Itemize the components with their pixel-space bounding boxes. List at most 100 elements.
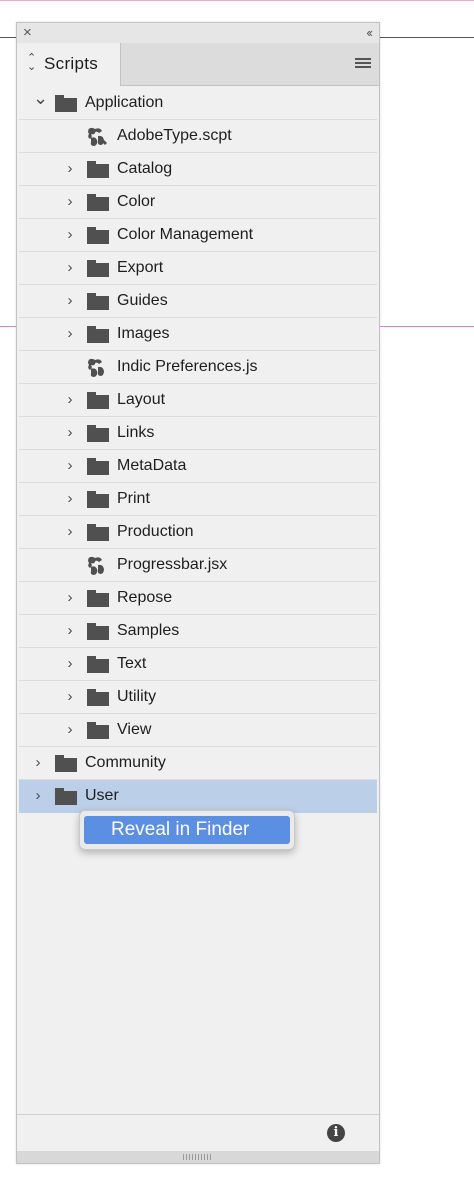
folder-icon [55, 755, 77, 772]
chevron-right-icon[interactable]: › [65, 722, 75, 737]
chevron-right-icon[interactable]: › [65, 227, 75, 242]
tree-row-label: MetaData [117, 457, 187, 474]
folder-icon [87, 491, 109, 508]
chevron-right-icon[interactable]: › [65, 194, 75, 209]
tree-row[interactable]: › Export [19, 252, 377, 285]
folder-icon [87, 458, 109, 475]
tree-row[interactable]: › Samples [19, 615, 377, 648]
tree-row-label: AdobeType.scpt [117, 127, 232, 144]
folder-icon [87, 722, 109, 739]
tree-row-label: Samples [117, 622, 180, 639]
tree-row[interactable]: › View [19, 714, 377, 747]
menu-item-reveal-in-finder[interactable]: Reveal in Finder [84, 816, 290, 844]
tree-row[interactable]: › Utility [19, 681, 377, 714]
folder-icon [87, 425, 109, 442]
folder-icon [87, 194, 109, 211]
tree-row[interactable]: › Catalog [19, 153, 377, 186]
tree-row-label: Production [117, 523, 194, 540]
tree-row-label: Print [117, 490, 150, 507]
chevron-right-icon[interactable]: › [65, 623, 75, 638]
tree-row-label: Application [85, 94, 164, 111]
tree-row[interactable]: › Community [19, 747, 377, 780]
folder-icon [87, 689, 109, 706]
applescript-icon [85, 126, 109, 148]
chevron-right-icon[interactable]: › [65, 260, 75, 275]
chevron-right-icon[interactable]: › [65, 458, 75, 473]
tree-row-label: Utility [117, 688, 157, 705]
tree-row-label: Export [117, 259, 164, 276]
panel-menu-icon[interactable] [355, 58, 371, 70]
tree-row[interactable]: › Images [19, 318, 377, 351]
chevron-right-icon[interactable]: › [65, 524, 75, 539]
tree-row[interactable]: › Guides [19, 285, 377, 318]
resize-grip[interactable] [17, 1151, 379, 1163]
tree-row-label: Indic Preferences.js [117, 358, 258, 375]
folder-icon [87, 227, 109, 244]
folder-icon [87, 260, 109, 277]
chevron-right-icon[interactable]: › [65, 392, 75, 407]
tab-scripts[interactable]: ⌃ ⌄ Scripts [17, 43, 121, 86]
tree-row-label: Repose [117, 589, 173, 606]
chevron-right-icon[interactable]: › [65, 293, 75, 308]
tree-row[interactable]: Progressbar.jsx [19, 549, 377, 582]
folder-icon [87, 293, 109, 310]
tree-row-label: Images [117, 325, 170, 342]
tree-row[interactable]: › Links [19, 417, 377, 450]
tree-row[interactable]: › Color [19, 186, 377, 219]
tree-row[interactable]: › Text [19, 648, 377, 681]
scripts-tree: ⌄ Application AdobeType.scpt › Catalog › Color… [19, 87, 377, 813]
panel-titlebar: × ‹‹ [17, 23, 379, 43]
folder-icon [87, 590, 109, 607]
tab-label: Scripts [44, 54, 99, 73]
tree-row-label: Community [85, 754, 166, 771]
tree-row-label: User [85, 787, 119, 804]
folder-icon [87, 326, 109, 343]
tree-row-label: Text [117, 655, 147, 672]
folder-icon [87, 623, 109, 640]
tree-row[interactable]: › Print [19, 483, 377, 516]
chevron-right-icon[interactable]: › [65, 161, 75, 176]
tree-row-label: Color [117, 193, 156, 210]
tree-row-label: Guides [117, 292, 168, 309]
tree-row[interactable]: › Production [19, 516, 377, 549]
tree-row-label: Progressbar.jsx [117, 556, 228, 573]
javascript-icon [85, 555, 109, 577]
context-menu: Reveal in Finder [79, 810, 295, 850]
scripts-panel: × ‹‹ ⌃ ⌄ Scripts ⌄ Application AdobeType.sc… [16, 22, 380, 1164]
tree-row[interactable]: › Color Management [19, 219, 377, 252]
updown-arrows-icon: ⌃ ⌄ [27, 52, 37, 73]
folder-icon [87, 161, 109, 178]
tree-row-label: Links [117, 424, 155, 441]
tree-row[interactable]: Indic Preferences.js [19, 351, 377, 384]
chevron-right-icon[interactable]: › [65, 656, 75, 671]
tree-row[interactable]: › Repose [19, 582, 377, 615]
panel-tabbar: ⌃ ⌄ Scripts [17, 43, 379, 86]
folder-icon [87, 524, 109, 541]
folder-icon [55, 95, 77, 112]
chevron-right-icon[interactable]: › [65, 491, 75, 506]
javascript-icon [85, 357, 109, 379]
folder-icon [55, 788, 77, 805]
chevron-right-icon[interactable]: › [65, 689, 75, 704]
tree-row[interactable]: › MetaData [19, 450, 377, 483]
info-icon[interactable]: i [327, 1124, 345, 1142]
tree-row[interactable]: AdobeType.scpt [19, 120, 377, 153]
collapse-icon[interactable]: ‹‹ [366, 24, 373, 42]
folder-icon [87, 656, 109, 673]
chevron-right-icon[interactable]: › [65, 425, 75, 440]
tree-row[interactable]: › Layout [19, 384, 377, 417]
tree-row-label: Layout [117, 391, 166, 408]
chevron-right-icon[interactable]: › [65, 590, 75, 605]
chevron-down-icon[interactable]: ⌄ [33, 89, 48, 107]
tree-row-label: Catalog [117, 160, 173, 177]
chevron-right-icon[interactable]: › [65, 326, 75, 341]
guide-line-top [0, 0, 474, 1]
tree-row[interactable]: ⌄ Application [19, 87, 377, 120]
close-icon[interactable]: × [23, 24, 32, 42]
chevron-right-icon[interactable]: › [33, 755, 43, 770]
chevron-right-icon[interactable]: › [33, 788, 43, 803]
folder-icon [87, 392, 109, 409]
panel-footer: i [17, 1114, 379, 1151]
tree-row[interactable]: › User [19, 780, 377, 813]
tree-row-label: Color Management [117, 226, 254, 243]
